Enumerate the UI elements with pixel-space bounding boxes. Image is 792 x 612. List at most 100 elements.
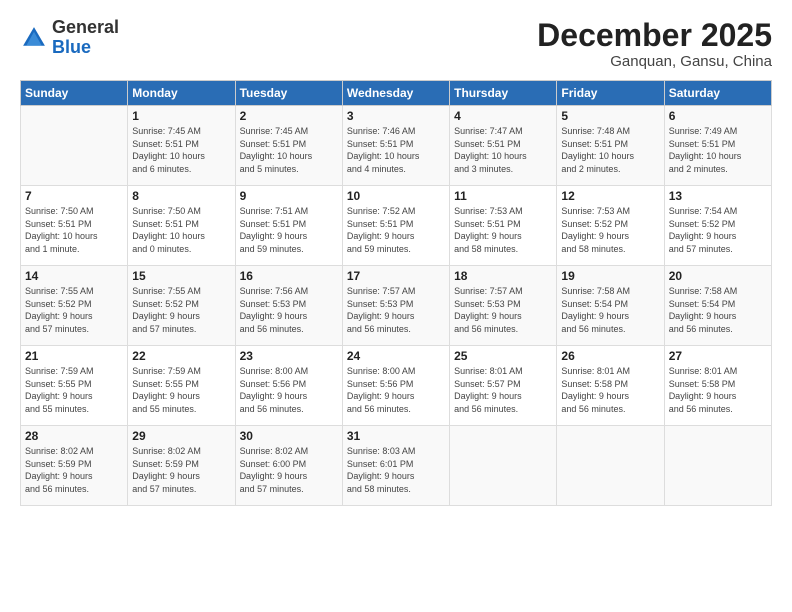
week-row-2: 14 Sunrise: 7:55 AM Sunset: 5:52 PM Dayli… [21, 266, 772, 346]
day-number: 28 [25, 429, 123, 443]
calendar-cell [21, 106, 128, 186]
day-number: 17 [347, 269, 445, 283]
week-row-4: 28 Sunrise: 8:02 AM Sunset: 5:59 PM Dayli… [21, 426, 772, 506]
day-number: 3 [347, 109, 445, 123]
week-row-3: 21 Sunrise: 7:59 AM Sunset: 5:55 PM Dayli… [21, 346, 772, 426]
header-row: SundayMondayTuesdayWednesdayThursdayFrid… [21, 81, 772, 106]
logo-blue: Blue [52, 37, 91, 57]
cell-content: Sunrise: 7:59 AM Sunset: 5:55 PM Dayligh… [132, 365, 230, 415]
cell-content: Sunrise: 7:58 AM Sunset: 5:54 PM Dayligh… [669, 285, 767, 335]
day-number: 7 [25, 189, 123, 203]
cell-content: Sunrise: 8:02 AM Sunset: 5:59 PM Dayligh… [132, 445, 230, 495]
header-cell-friday: Friday [557, 81, 664, 106]
logo: General Blue [20, 18, 119, 58]
week-row-0: 1 Sunrise: 7:45 AM Sunset: 5:51 PM Daylig… [21, 106, 772, 186]
cell-content: Sunrise: 7:50 AM Sunset: 5:51 PM Dayligh… [25, 205, 123, 255]
cell-content: Sunrise: 7:50 AM Sunset: 5:51 PM Dayligh… [132, 205, 230, 255]
calendar-cell: 10 Sunrise: 7:52 AM Sunset: 5:51 PM Dayli… [342, 186, 449, 266]
calendar-cell [664, 426, 771, 506]
calendar-cell [557, 426, 664, 506]
day-number: 10 [347, 189, 445, 203]
page: General Blue December 2025 Ganquan, Gans… [0, 0, 792, 612]
calendar-cell: 22 Sunrise: 7:59 AM Sunset: 5:55 PM Dayli… [128, 346, 235, 426]
cell-content: Sunrise: 7:51 AM Sunset: 5:51 PM Dayligh… [240, 205, 338, 255]
day-number: 2 [240, 109, 338, 123]
cell-content: Sunrise: 7:45 AM Sunset: 5:51 PM Dayligh… [132, 125, 230, 175]
calendar-cell: 24 Sunrise: 8:00 AM Sunset: 5:56 PM Dayli… [342, 346, 449, 426]
logo-text: General Blue [52, 18, 119, 58]
day-number: 25 [454, 349, 552, 363]
day-number: 13 [669, 189, 767, 203]
calendar-cell: 15 Sunrise: 7:55 AM Sunset: 5:52 PM Dayli… [128, 266, 235, 346]
day-number: 29 [132, 429, 230, 443]
day-number: 31 [347, 429, 445, 443]
header-cell-thursday: Thursday [450, 81, 557, 106]
cell-content: Sunrise: 7:55 AM Sunset: 5:52 PM Dayligh… [132, 285, 230, 335]
day-number: 19 [561, 269, 659, 283]
day-number: 12 [561, 189, 659, 203]
day-number: 15 [132, 269, 230, 283]
day-number: 30 [240, 429, 338, 443]
logo-general: General [52, 17, 119, 37]
calendar-cell: 3 Sunrise: 7:46 AM Sunset: 5:51 PM Daylig… [342, 106, 449, 186]
day-number: 11 [454, 189, 552, 203]
calendar-cell [450, 426, 557, 506]
day-number: 9 [240, 189, 338, 203]
cell-content: Sunrise: 8:00 AM Sunset: 5:56 PM Dayligh… [240, 365, 338, 415]
cell-content: Sunrise: 7:53 AM Sunset: 5:52 PM Dayligh… [561, 205, 659, 255]
day-number: 20 [669, 269, 767, 283]
day-number: 6 [669, 109, 767, 123]
calendar-cell: 21 Sunrise: 7:59 AM Sunset: 5:55 PM Dayli… [21, 346, 128, 426]
day-number: 5 [561, 109, 659, 123]
calendar-cell: 23Sunrise: 8:00 AM Sunset: 5:56 PM Dayli… [235, 346, 342, 426]
calendar-cell: 12 Sunrise: 7:53 AM Sunset: 5:52 PM Dayli… [557, 186, 664, 266]
calendar-cell: 17Sunrise: 7:57 AM Sunset: 5:53 PM Dayli… [342, 266, 449, 346]
day-number: 14 [25, 269, 123, 283]
day-number: 8 [132, 189, 230, 203]
cell-content: Sunrise: 8:01 AM Sunset: 5:58 PM Dayligh… [561, 365, 659, 415]
cell-content: Sunrise: 7:53 AM Sunset: 5:51 PM Dayligh… [454, 205, 552, 255]
calendar-table: SundayMondayTuesdayWednesdayThursdayFrid… [20, 80, 772, 506]
cell-content: Sunrise: 7:59 AM Sunset: 5:55 PM Dayligh… [25, 365, 123, 415]
header-cell-wednesday: Wednesday [342, 81, 449, 106]
cell-content: Sunrise: 8:01 AM Sunset: 5:57 PM Dayligh… [454, 365, 552, 415]
cell-content: Sunrise: 8:02 AM Sunset: 5:59 PM Dayligh… [25, 445, 123, 495]
cell-content: Sunrise: 8:02 AM Sunset: 6:00 PM Dayligh… [240, 445, 338, 495]
cell-content: Sunrise: 7:57 AM Sunset: 5:53 PM Dayligh… [454, 285, 552, 335]
day-number: 4 [454, 109, 552, 123]
day-number: 18 [454, 269, 552, 283]
cell-content: Sunrise: 7:55 AM Sunset: 5:52 PM Dayligh… [25, 285, 123, 335]
cell-content: Sunrise: 7:49 AM Sunset: 5:51 PM Dayligh… [669, 125, 767, 175]
calendar-cell: 5Sunrise: 7:48 AM Sunset: 5:51 PM Daylig… [557, 106, 664, 186]
logo-icon [20, 24, 48, 52]
calendar-cell: 27 Sunrise: 8:01 AM Sunset: 5:58 PM Dayli… [664, 346, 771, 426]
calendar-cell: 14 Sunrise: 7:55 AM Sunset: 5:52 PM Dayli… [21, 266, 128, 346]
month-title: December 2025 [537, 18, 772, 53]
cell-content: Sunrise: 8:01 AM Sunset: 5:58 PM Dayligh… [669, 365, 767, 415]
calendar-cell: 8 Sunrise: 7:50 AM Sunset: 5:51 PM Daylig… [128, 186, 235, 266]
header-cell-tuesday: Tuesday [235, 81, 342, 106]
header: General Blue December 2025 Ganquan, Gans… [20, 18, 772, 70]
calendar-cell: 7 Sunrise: 7:50 AM Sunset: 5:51 PM Daylig… [21, 186, 128, 266]
calendar-cell: 19Sunrise: 7:58 AM Sunset: 5:54 PM Dayli… [557, 266, 664, 346]
cell-content: Sunrise: 8:03 AM Sunset: 6:01 PM Dayligh… [347, 445, 445, 495]
calendar-cell: 26 Sunrise: 8:01 AM Sunset: 5:58 PM Dayli… [557, 346, 664, 426]
calendar-cell: 31 Sunrise: 8:03 AM Sunset: 6:01 PM Dayli… [342, 426, 449, 506]
location: Ganquan, Gansu, China [537, 53, 772, 70]
week-row-1: 7 Sunrise: 7:50 AM Sunset: 5:51 PM Daylig… [21, 186, 772, 266]
calendar-cell: 20 Sunrise: 7:58 AM Sunset: 5:54 PM Dayli… [664, 266, 771, 346]
day-number: 22 [132, 349, 230, 363]
day-number: 21 [25, 349, 123, 363]
header-cell-monday: Monday [128, 81, 235, 106]
cell-content: Sunrise: 7:46 AM Sunset: 5:51 PM Dayligh… [347, 125, 445, 175]
day-number: 26 [561, 349, 659, 363]
cell-content: Sunrise: 8:00 AM Sunset: 5:56 PM Dayligh… [347, 365, 445, 415]
calendar-cell: 4Sunrise: 7:47 AM Sunset: 5:51 PM Daylig… [450, 106, 557, 186]
cell-content: Sunrise: 7:52 AM Sunset: 5:51 PM Dayligh… [347, 205, 445, 255]
day-number: 24 [347, 349, 445, 363]
calendar-cell: 16Sunrise: 7:56 AM Sunset: 5:53 PM Dayli… [235, 266, 342, 346]
header-cell-saturday: Saturday [664, 81, 771, 106]
day-number: 1 [132, 109, 230, 123]
calendar-cell: 9 Sunrise: 7:51 AM Sunset: 5:51 PM Daylig… [235, 186, 342, 266]
day-number: 27 [669, 349, 767, 363]
